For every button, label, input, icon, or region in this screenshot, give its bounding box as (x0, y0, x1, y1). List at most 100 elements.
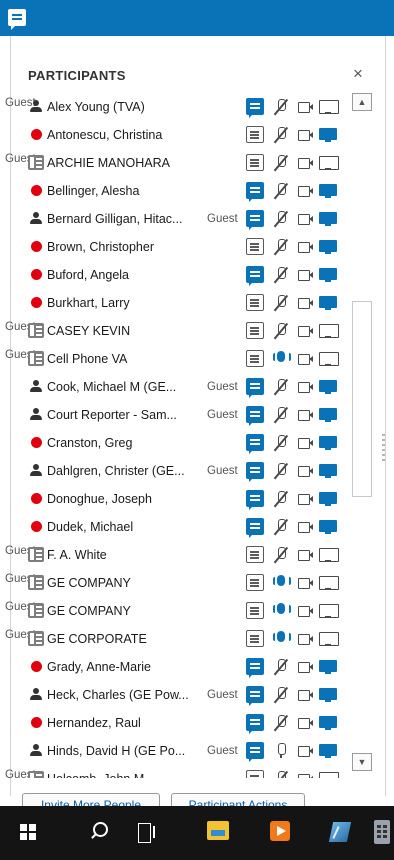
screen-share-icon[interactable] (319, 182, 337, 199)
microphone-muted-icon[interactable] (272, 462, 290, 479)
screen-share-icon[interactable] (319, 770, 339, 778)
screen-share-icon[interactable] (319, 378, 337, 395)
participant-row[interactable]: Cook, Michael M (GE... Guest (0, 373, 394, 401)
camera-icon[interactable] (297, 714, 315, 731)
chat-icon[interactable] (246, 462, 264, 482)
screen-share-icon[interactable] (319, 602, 339, 619)
chat-icon[interactable] (246, 294, 264, 311)
camera-icon[interactable] (297, 630, 315, 647)
chat-icon[interactable] (246, 518, 264, 538)
screen-share-icon[interactable] (319, 462, 337, 479)
chat-icon[interactable] (246, 154, 264, 171)
calculator-icon[interactable] (374, 806, 394, 860)
microphone-muted-icon[interactable] (272, 98, 290, 115)
participant-row[interactable]: Brown, Christopher (0, 233, 394, 261)
screen-share-icon[interactable] (319, 546, 339, 563)
participant-row[interactable]: Dudek, Michael (0, 513, 394, 541)
participant-row[interactable]: Alex Young (TVA) Guest (0, 93, 394, 121)
camera-icon[interactable] (297, 322, 315, 339)
microphone-muted-icon[interactable] (272, 686, 290, 703)
microphone-active-icon[interactable] (272, 630, 291, 647)
participant-row[interactable]: Dahlgren, Christer (GE... Guest (0, 457, 394, 485)
camera-icon[interactable] (297, 574, 315, 591)
screen-share-icon[interactable] (319, 126, 337, 143)
camera-icon[interactable] (297, 742, 315, 759)
screen-share-icon[interactable] (319, 350, 339, 367)
microphone-muted-icon[interactable] (272, 322, 290, 339)
camera-icon[interactable] (297, 686, 315, 703)
microphone-muted-icon[interactable] (272, 210, 290, 227)
participant-row[interactable]: GE COMPANY Guest (0, 597, 394, 625)
media-player-icon[interactable] (252, 806, 307, 860)
notes-app-icon[interactable] (313, 806, 368, 860)
participant-row[interactable]: Court Reporter - Sam... Guest (0, 401, 394, 429)
microphone-muted-icon[interactable] (272, 490, 290, 507)
chat-icon[interactable] (246, 546, 264, 563)
camera-icon[interactable] (297, 126, 315, 143)
participant-row[interactable]: F. A. White Guest (0, 541, 394, 569)
chat-icon[interactable] (246, 406, 264, 426)
chat-icon[interactable] (246, 742, 264, 762)
scroll-down-button[interactable]: ▼ (352, 753, 372, 771)
microphone-active-icon[interactable] (272, 350, 291, 367)
chat-icon[interactable] (246, 658, 264, 678)
microphone-muted-icon[interactable] (272, 434, 290, 451)
participant-row[interactable]: Buford, Angela (0, 261, 394, 289)
chat-icon[interactable] (246, 322, 264, 339)
microphone-muted-icon[interactable] (272, 182, 290, 199)
participant-row[interactable]: GE CORPORATE Guest (0, 625, 394, 653)
chat-icon[interactable] (246, 714, 264, 734)
participant-row[interactable]: Holcomb, John MGuest (0, 765, 394, 778)
camera-icon[interactable] (297, 350, 315, 367)
microphone-muted-icon[interactable] (272, 546, 290, 563)
participant-row[interactable]: Bellinger, Alesha (0, 177, 394, 205)
chat-icon[interactable] (246, 630, 264, 647)
participant-list[interactable]: Alex Young (TVA) Guest Antonescu, Christin… (0, 93, 394, 778)
participant-row[interactable]: Grady, Anne-Marie (0, 653, 394, 681)
participant-row[interactable]: Antonescu, Christina (0, 121, 394, 149)
camera-icon[interactable] (297, 378, 315, 395)
scroll-thumb[interactable] (352, 301, 372, 497)
participant-row[interactable]: GE COMPANY Guest (0, 569, 394, 597)
screen-share-icon[interactable] (319, 714, 337, 731)
participant-row[interactable]: CASEY KEVIN Guest (0, 317, 394, 345)
chat-icon[interactable] (246, 126, 264, 143)
chat-icon[interactable] (246, 98, 264, 118)
microphone-muted-icon[interactable] (272, 154, 290, 171)
screen-share-icon[interactable] (319, 322, 339, 339)
microphone-active-icon[interactable] (272, 602, 291, 619)
camera-icon[interactable] (297, 154, 315, 171)
chat-icon[interactable] (246, 434, 264, 454)
camera-icon[interactable] (297, 546, 315, 563)
participant-row[interactable]: Hernandez, Raul (0, 709, 394, 737)
screen-share-icon[interactable] (319, 266, 337, 283)
screen-share-icon[interactable] (319, 490, 337, 507)
chat-icon[interactable] (246, 490, 264, 510)
chat-icon[interactable] (246, 350, 264, 367)
participant-row[interactable]: Cell Phone VA Guest (0, 345, 394, 373)
microphone-icon[interactable] (272, 742, 290, 759)
microphone-muted-icon[interactable] (272, 518, 290, 535)
chat-icon[interactable] (246, 238, 264, 255)
camera-icon[interactable] (297, 294, 315, 311)
microphone-muted-icon[interactable] (272, 378, 290, 395)
chat-icon[interactable] (8, 9, 26, 30)
camera-icon[interactable] (297, 182, 315, 199)
chat-icon[interactable] (246, 686, 264, 706)
participant-row[interactable]: ARCHIE MANOHARA Guest (0, 149, 394, 177)
screen-share-icon[interactable] (319, 210, 337, 227)
camera-icon[interactable] (297, 210, 315, 227)
panel-resize-grip[interactable] (382, 434, 385, 462)
camera-icon[interactable] (297, 490, 315, 507)
camera-icon[interactable] (297, 602, 315, 619)
microphone-active-icon[interactable] (272, 574, 291, 591)
screen-share-icon[interactable] (319, 518, 337, 535)
participant-row[interactable]: Donoghue, Joseph (0, 485, 394, 513)
microphone-muted-icon[interactable] (272, 294, 290, 311)
screen-share-icon[interactable] (319, 406, 337, 423)
camera-icon[interactable] (297, 434, 315, 451)
chat-icon[interactable] (246, 574, 264, 591)
microphone-muted-icon[interactable] (272, 238, 290, 255)
participant-list-scrollbar[interactable]: ▲ ▼ (352, 93, 372, 778)
chat-icon[interactable] (246, 210, 264, 230)
